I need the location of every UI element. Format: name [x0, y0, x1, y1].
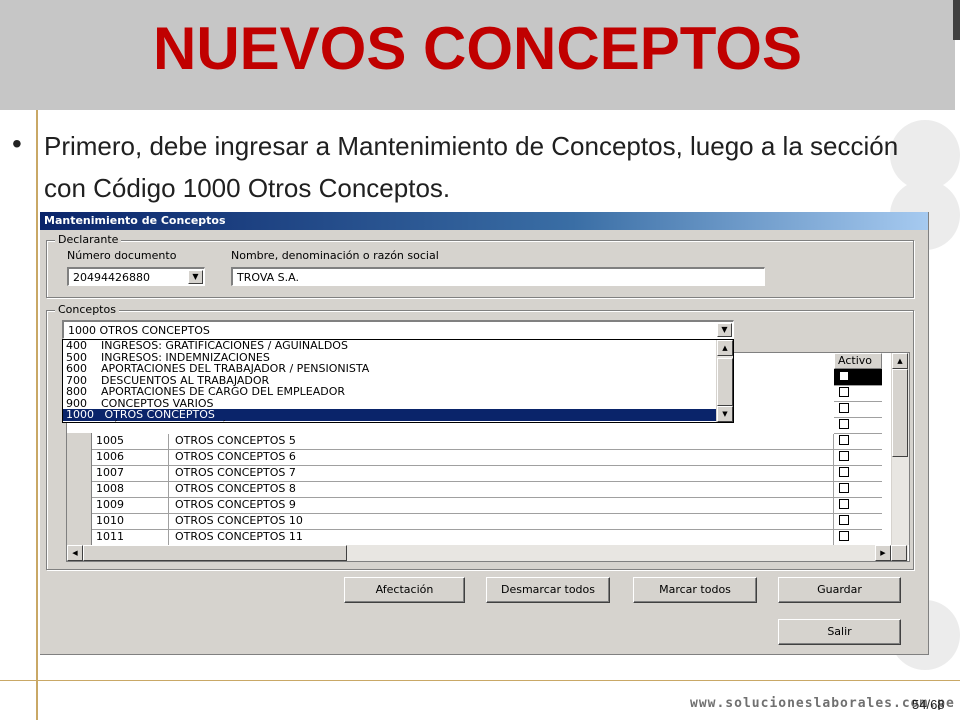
active-cell — [834, 465, 882, 482]
active-cell — [834, 449, 882, 466]
active-checkbox[interactable] — [839, 435, 849, 445]
row-selector[interactable] — [67, 497, 92, 513]
desmarcar-todos-button[interactable]: Desmarcar todos — [486, 577, 610, 603]
concept-code-cell[interactable]: 1005 — [93, 434, 169, 449]
concept-code-cell[interactable]: 1009 — [93, 498, 169, 513]
concept-code-cell[interactable]: 1008 — [93, 482, 169, 497]
row-selector[interactable] — [67, 449, 92, 465]
chevron-down-icon[interactable]: ▼ — [717, 323, 732, 337]
concept-code-cell[interactable]: 1011 — [93, 530, 169, 545]
active-checkbox[interactable] — [839, 483, 849, 493]
active-cell — [834, 513, 882, 530]
doc-number-select[interactable]: 20494426880 ▼ — [67, 267, 205, 286]
active-cell — [834, 401, 882, 418]
active-cell — [834, 433, 882, 450]
table-row[interactable]: 1007 OTROS CONCEPTOS 7 — [67, 465, 834, 482]
app-window: Mantenimiento de Conceptos Declarante Nú… — [40, 212, 929, 655]
horizontal-divider — [0, 680, 960, 681]
active-checkbox[interactable] — [839, 371, 849, 381]
page-number: 54/68 — [912, 697, 945, 712]
concept-category-value: 1000 OTROS CONCEPTOS — [68, 324, 210, 337]
grid-horizontal-scrollbar[interactable]: ◀ ▶ — [67, 545, 908, 561]
concept-category-select[interactable]: 1000 OTROS CONCEPTOS ▼ — [62, 320, 734, 339]
active-cell — [834, 481, 882, 498]
window-title: Mantenimiento de Conceptos — [44, 214, 226, 227]
company-name-value: TROVA S.A. — [237, 271, 299, 284]
concept-name-cell[interactable]: OTROS CONCEPTOS 8 — [172, 482, 834, 497]
scroll-down-icon[interactable]: ▼ — [717, 406, 733, 422]
doc-label: Número documento — [67, 249, 177, 262]
active-checkbox[interactable] — [839, 515, 849, 525]
active-cell — [834, 385, 882, 402]
active-cell — [834, 417, 882, 434]
declarante-group: Declarante Número documento Nombre, deno… — [46, 233, 914, 298]
active-checkbox[interactable] — [839, 451, 849, 461]
grid-hscroll-thumb[interactable] — [83, 545, 347, 561]
active-checkbox[interactable] — [839, 499, 849, 509]
bullet-text: Primero, debe ingresar a Mantenimiento d… — [44, 131, 899, 203]
row-selector[interactable] — [67, 513, 92, 529]
table-row[interactable]: 1009 OTROS CONCEPTOS 9 — [67, 497, 834, 514]
row-selector[interactable] — [67, 529, 92, 545]
concept-name-cell[interactable]: OTROS CONCEPTOS 9 — [172, 498, 834, 513]
window-titlebar: Mantenimiento de Conceptos — [40, 212, 928, 230]
dropdown-option[interactable]: 400 INGRESOS: GRATIFICACIONES / AGUINALD… — [63, 340, 733, 352]
table-row[interactable]: 1010 OTROS CONCEPTOS 10 — [67, 513, 834, 530]
scroll-up-icon[interactable]: ▲ — [892, 353, 908, 369]
name-label: Nombre, denominación o razón social — [231, 249, 439, 262]
concept-name-cell[interactable]: OTROS CONCEPTOS 5 — [172, 434, 834, 449]
active-cell — [834, 497, 882, 514]
grid-vertical-scrollbar[interactable]: ▲ — [891, 353, 909, 545]
dropdown-option[interactable]: 2000 RÉGIMEN LABORAL PÚBLICO — [63, 420, 733, 422]
chevron-down-icon[interactable]: ▼ — [188, 270, 203, 284]
active-cell — [834, 369, 882, 386]
afectacion-button[interactable]: Afectación — [344, 577, 465, 603]
table-row[interactable]: 1011 OTROS CONCEPTOS 11 — [67, 529, 834, 546]
dropdown-scrollbar[interactable]: ▲ ▼ — [716, 340, 733, 422]
doc-number-value: 20494426880 — [73, 271, 150, 284]
dropdown-scroll-thumb[interactable] — [717, 358, 733, 406]
concept-name-cell[interactable]: OTROS CONCEPTOS 11 — [172, 530, 834, 545]
scroll-corner — [891, 545, 907, 561]
active-checkbox[interactable] — [839, 387, 849, 397]
dropdown-option[interactable]: 600 APORTACIONES DEL TRABAJADOR / PENSIO… — [63, 363, 733, 375]
company-name-field[interactable]: TROVA S.A. — [231, 267, 765, 286]
concept-name-cell[interactable]: OTROS CONCEPTOS 6 — [172, 450, 834, 465]
concept-name-cell[interactable]: OTROS CONCEPTOS 7 — [172, 466, 834, 481]
row-selector[interactable] — [67, 481, 92, 497]
active-cell — [834, 529, 882, 546]
concept-code-cell[interactable]: 1010 — [93, 514, 169, 529]
table-row[interactable]: 1006 OTROS CONCEPTOS 6 — [67, 449, 834, 466]
marcar-todos-button[interactable]: Marcar todos — [633, 577, 757, 603]
row-selector[interactable] — [67, 433, 92, 449]
vertical-divider — [36, 110, 38, 720]
slide-title: NUEVOS CONCEPTOS — [152, 15, 802, 82]
scroll-up-icon[interactable]: ▲ — [717, 340, 733, 356]
concept-code-cell[interactable]: 1006 — [93, 450, 169, 465]
declarante-group-label: Declarante — [55, 233, 122, 246]
bullet-icon: • — [12, 128, 22, 159]
concept-code-cell[interactable]: 1007 — [93, 466, 169, 481]
concept-category-dropdown-list[interactable]: 400 INGRESOS: GRATIFICACIONES / AGUINALD… — [62, 339, 734, 423]
table-row[interactable]: 1008 OTROS CONCEPTOS 8 — [67, 481, 834, 498]
dropdown-option[interactable]: 800 APORTACIONES DE CARGO DEL EMPLEADOR — [63, 386, 733, 398]
guardar-button[interactable]: Guardar — [778, 577, 901, 603]
row-selector[interactable] — [67, 465, 92, 481]
scroll-right-icon[interactable]: ▶ — [875, 545, 891, 561]
dropdown-option[interactable]: 1000 OTROS CONCEPTOS — [63, 409, 733, 421]
grid-scroll-thumb[interactable] — [892, 369, 908, 457]
concept-name-cell[interactable]: OTROS CONCEPTOS 10 — [172, 514, 834, 529]
active-column-header[interactable]: Activo — [834, 353, 882, 369]
active-checkbox[interactable] — [839, 403, 849, 413]
salir-button[interactable]: Salir — [778, 619, 901, 645]
table-row[interactable]: 1005 OTROS CONCEPTOS 5 — [67, 433, 834, 450]
conceptos-group-label: Conceptos — [55, 303, 119, 316]
active-checkbox[interactable] — [839, 531, 849, 541]
active-checkbox[interactable] — [839, 419, 849, 429]
scroll-left-icon[interactable]: ◀ — [67, 545, 83, 561]
active-checkbox[interactable] — [839, 467, 849, 477]
